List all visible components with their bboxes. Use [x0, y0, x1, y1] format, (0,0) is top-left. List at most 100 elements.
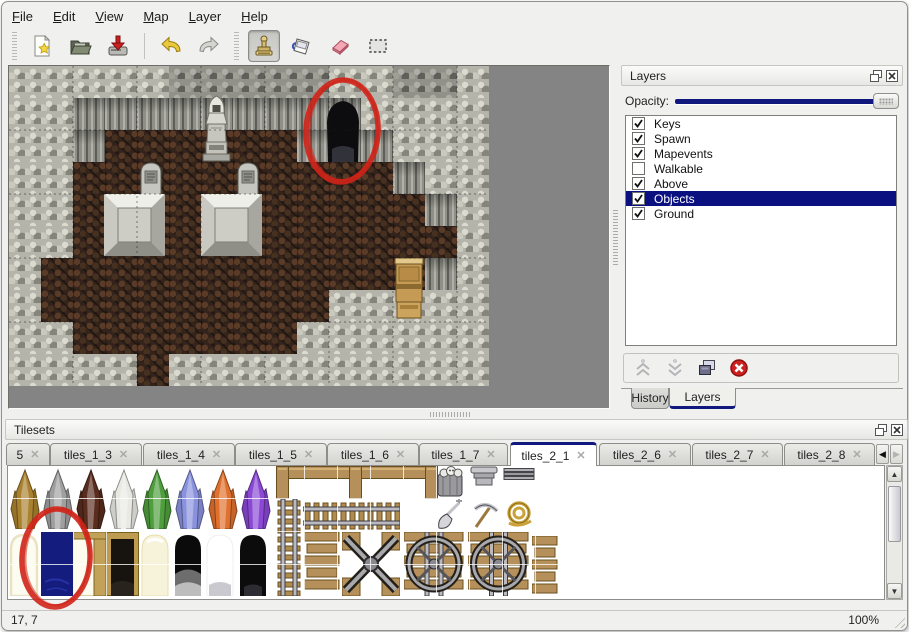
- layer-row-walkable[interactable]: Walkable: [626, 161, 896, 176]
- tile-metal-bars[interactable]: [503, 467, 535, 479]
- menu-map[interactable]: Map: [143, 9, 168, 24]
- tile-crystal-lavender[interactable]: [174, 467, 206, 529]
- layer-row-keys[interactable]: Keys: [626, 116, 896, 131]
- tile-arch-black-fade[interactable]: [172, 532, 204, 596]
- tileset-tab-tiles_1_3[interactable]: tiles_1_3✕: [50, 443, 142, 465]
- tile-crystal-white[interactable]: [108, 467, 140, 529]
- opacity-slider-handle[interactable]: [873, 93, 899, 109]
- layer-row-above[interactable]: Above: [626, 176, 896, 191]
- tile-column-capital[interactable]: [469, 466, 499, 486]
- tile-arch-cream[interactable]: [139, 532, 171, 596]
- tile-arch-faint[interactable]: [8, 532, 40, 596]
- tile-rope-coil[interactable]: [503, 499, 535, 530]
- toolbar-drag-handle[interactable]: [234, 32, 239, 60]
- tile-shovel[interactable]: [435, 499, 465, 530]
- redo-button[interactable]: [193, 30, 225, 62]
- tab-close-icon[interactable]: ✕: [576, 449, 585, 462]
- tile-turntable-1[interactable]: [404, 532, 464, 596]
- tab-scroll-right-button[interactable]: ▶: [890, 444, 903, 464]
- tab-close-icon[interactable]: ✕: [304, 448, 313, 461]
- toolbar-drag-handle[interactable]: [12, 32, 17, 60]
- tab-scroll-left-button[interactable]: ◀: [876, 444, 889, 464]
- lower-layer-button[interactable]: [664, 357, 686, 379]
- float-panel-icon[interactable]: [874, 423, 887, 436]
- tileset-content[interactable]: [7, 465, 885, 600]
- tileset-scrollbar[interactable]: ▲▼: [886, 465, 903, 600]
- eraser-tool-button[interactable]: [324, 30, 356, 62]
- layer-visible-checkbox-checked[interactable]: [632, 117, 645, 130]
- undo-button[interactable]: [155, 30, 187, 62]
- tile-wood-beam-post-1[interactable]: [276, 466, 289, 499]
- layer-row-ground[interactable]: Ground: [626, 206, 896, 221]
- close-panel-icon[interactable]: [885, 69, 898, 82]
- tab-close-icon[interactable]: ✕: [396, 448, 405, 461]
- tileset-tab-tiles_1_7[interactable]: tiles_1_7✕: [419, 443, 508, 465]
- opacity-slider-track[interactable]: [675, 99, 895, 104]
- dock-tab-layers[interactable]: Layers: [669, 388, 736, 409]
- scrollbar-thumb[interactable]: [888, 486, 901, 542]
- layer-visible-checkbox-checked[interactable]: [632, 132, 645, 145]
- tile-rail-vertical[interactable]: [277, 499, 301, 596]
- open-button[interactable]: [64, 30, 96, 62]
- tab-close-icon[interactable]: ✕: [760, 448, 769, 461]
- tileset-tab-tiles_2_1[interactable]: tiles_2_1✕: [510, 442, 597, 466]
- scroll-down-icon[interactable]: ▼: [887, 583, 902, 599]
- tile-planks-2[interactable]: [532, 536, 558, 596]
- tileset-tab-tiles_1_5[interactable]: tiles_1_5✕: [235, 443, 327, 465]
- layer-visible-checkbox-checked[interactable]: [632, 207, 645, 220]
- tab-close-icon[interactable]: ✕: [212, 448, 221, 461]
- tileset-tab-tiles_1_6[interactable]: tiles_1_6✕: [327, 443, 419, 465]
- layer-visible-checkbox-checked[interactable]: [632, 147, 645, 160]
- window-resize-grip[interactable]: [892, 615, 905, 628]
- tab-close-icon[interactable]: ✕: [852, 448, 861, 461]
- tab-close-icon[interactable]: ✕: [30, 448, 39, 461]
- tileset-tab-5[interactable]: 5✕: [6, 443, 50, 465]
- duplicate-layer-button[interactable]: [696, 357, 718, 379]
- layer-row-mapevents[interactable]: Mapevents: [626, 146, 896, 161]
- delete-layer-button[interactable]: [728, 357, 750, 379]
- menu-file[interactable]: File: [12, 9, 33, 24]
- new-map-button[interactable]: [26, 30, 58, 62]
- tile-planks-1[interactable]: [304, 532, 340, 596]
- raise-layer-button[interactable]: [632, 357, 654, 379]
- tile-crystal-green[interactable]: [141, 467, 173, 529]
- dock-tab-history[interactable]: History: [631, 388, 669, 409]
- tab-close-icon[interactable]: ✕: [486, 448, 495, 461]
- tile-crystal-gold[interactable]: [9, 467, 41, 529]
- tile-dark-doorway[interactable]: [106, 532, 139, 596]
- fill-tool-button[interactable]: [286, 30, 318, 62]
- tile-crystal-silver[interactable]: [42, 467, 74, 529]
- tileset-tab-tiles_2_7[interactable]: tiles_2_7✕: [692, 443, 783, 465]
- layer-row-objects[interactable]: Objects: [626, 191, 896, 206]
- tileset-tab-tiles_1_4[interactable]: tiles_1_4✕: [143, 443, 235, 465]
- tile-turntable-2[interactable]: [468, 532, 529, 596]
- layer-visible-checkbox-checked[interactable]: [632, 177, 645, 190]
- menu-layer[interactable]: Layer: [189, 9, 222, 24]
- tab-close-icon[interactable]: ✕: [668, 448, 677, 461]
- tab-close-icon[interactable]: ✕: [119, 448, 128, 461]
- menu-help[interactable]: Help: [241, 9, 268, 24]
- opacity-slider[interactable]: [675, 93, 899, 109]
- tile-pickaxe[interactable]: [469, 499, 499, 530]
- tile-rail-crossing[interactable]: [342, 532, 400, 596]
- horizontal-splitter[interactable]: [2, 410, 907, 419]
- tileset-tab-tiles_2_8[interactable]: tiles_2_8✕: [784, 443, 875, 465]
- tile-arch-white[interactable]: [204, 532, 236, 596]
- tile-wood-beam-post-2[interactable]: [349, 466, 362, 499]
- tile-door-frame[interactable]: [73, 532, 106, 596]
- vertical-splitter[interactable]: [611, 65, 621, 409]
- save-button[interactable]: [102, 30, 134, 62]
- menu-edit[interactable]: Edit: [53, 9, 75, 24]
- tile-arch-black[interactable]: [237, 532, 269, 596]
- layer-visible-checkbox-unchecked[interactable]: [632, 162, 645, 175]
- tile-crystal-darkrock[interactable]: [75, 467, 107, 529]
- map-viewport[interactable]: [8, 65, 610, 409]
- menu-view[interactable]: View: [95, 9, 123, 24]
- layer-row-spawn[interactable]: Spawn: [626, 131, 896, 146]
- splitter-grip[interactable]: [613, 210, 618, 265]
- splitter-grip[interactable]: [430, 412, 472, 417]
- layer-visible-checkbox-checked[interactable]: [632, 192, 645, 205]
- close-panel-icon[interactable]: [890, 423, 903, 436]
- tileset-tab-tiles_2_6[interactable]: tiles_2_6✕: [599, 443, 691, 465]
- float-panel-icon[interactable]: [869, 69, 882, 82]
